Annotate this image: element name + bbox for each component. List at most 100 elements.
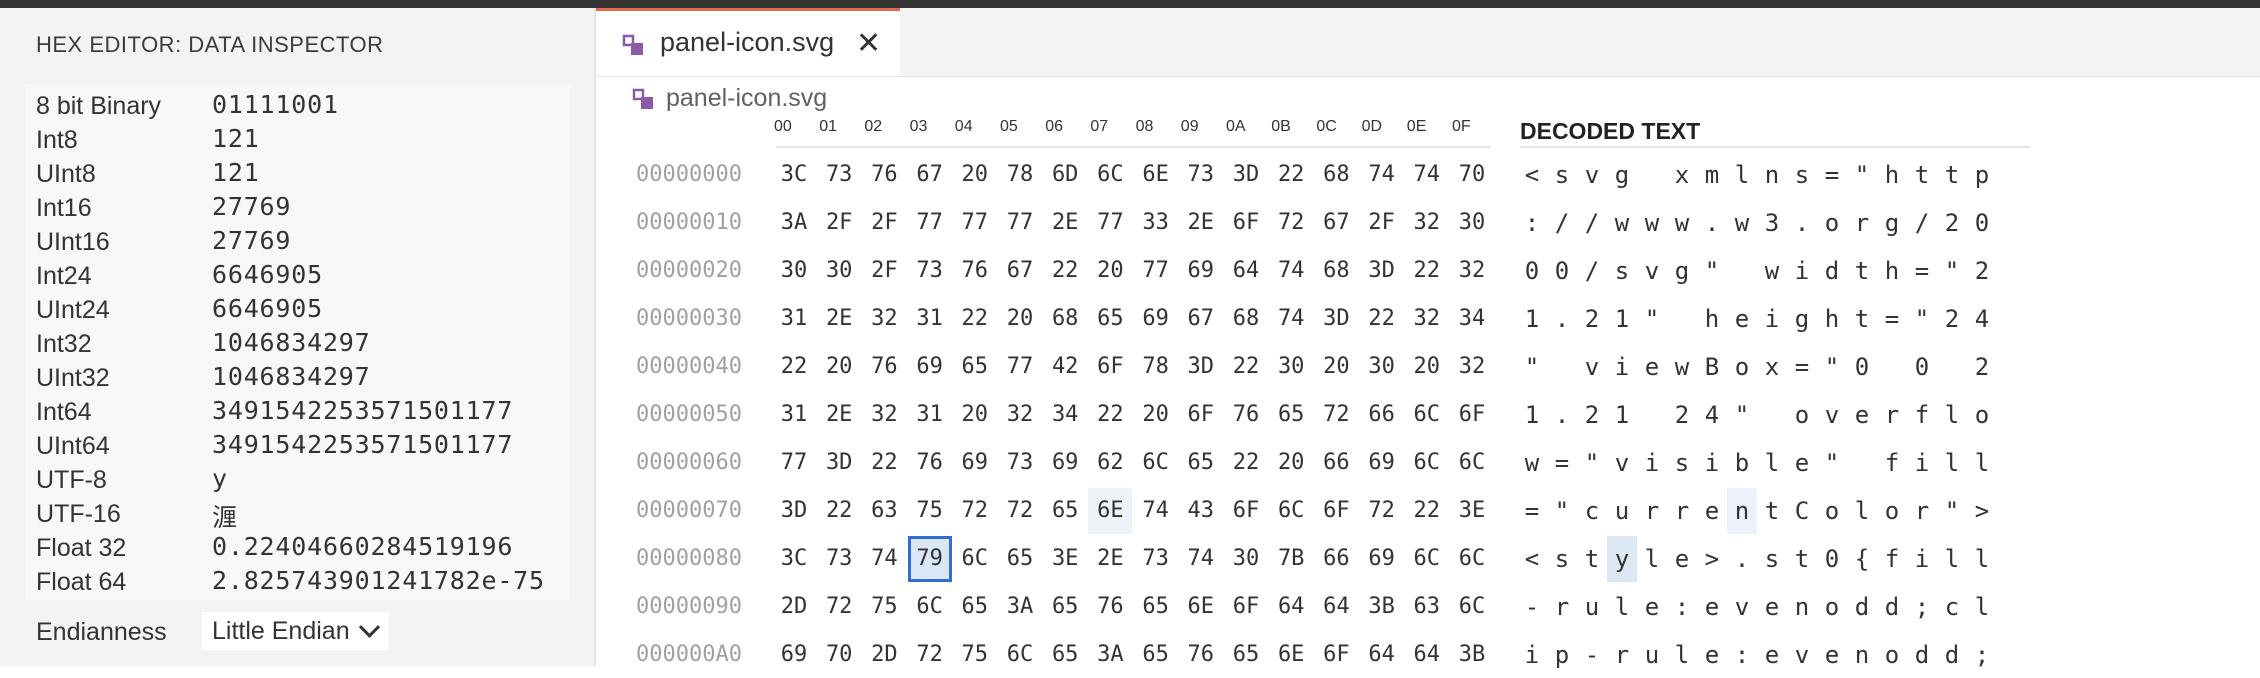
decoded-char[interactable]: : [1727,632,1757,678]
hex-byte[interactable]: 65 [1043,584,1087,630]
decoded-char[interactable]: e [1847,392,1877,438]
hex-byte[interactable]: 6F [1224,584,1268,630]
decoded-char[interactable]: d [1937,632,1967,678]
hex-byte[interactable]: 20 [1134,392,1178,438]
hex-byte[interactable]: 2F [862,200,906,246]
hex-byte[interactable]: 22 [1224,344,1268,390]
decoded-char[interactable] [1937,344,1967,390]
hex-byte[interactable]: 32 [1405,200,1449,246]
decoded-char[interactable]: l [1937,392,1967,438]
hex-byte[interactable]: 2F [1360,200,1404,246]
hex-byte[interactable]: 3C [772,152,816,198]
hex-byte[interactable]: 3D [772,488,816,534]
decoded-char[interactable]: e [1667,536,1697,582]
hex-byte[interactable]: 30 [772,248,816,294]
decoded-char[interactable]: s [1547,152,1577,198]
decoded-char[interactable]: b [1727,440,1757,486]
hex-byte[interactable]: 3B [1450,632,1494,678]
decoded-char[interactable]: i [1787,248,1817,294]
decoded-char[interactable]: l [1637,536,1667,582]
decoded-char[interactable]: v [1727,584,1757,630]
decoded-char[interactable]: 4 [1967,296,1997,342]
hex-byte[interactable]: 67 [998,248,1042,294]
hex-byte[interactable]: 6C [1450,536,1494,582]
hex-byte[interactable]: 72 [1360,488,1404,534]
decoded-char[interactable]: v [1817,392,1847,438]
decoded-char[interactable]: r [1877,392,1907,438]
hex-byte[interactable]: 6F [1088,344,1132,390]
hex-byte[interactable]: 3D [1224,152,1268,198]
hex-byte[interactable]: 72 [908,632,952,678]
decoded-char[interactable]: " [1577,440,1607,486]
hex-byte[interactable]: 3B [1360,584,1404,630]
hex-byte[interactable]: 64 [1314,584,1358,630]
hex-byte[interactable]: 3D [1360,248,1404,294]
hex-byte[interactable]: 2E [1043,200,1087,246]
hex-byte[interactable]: 6D [1043,152,1087,198]
decoded-char[interactable]: e [1817,632,1847,678]
decoded-char[interactable]: d [1817,248,1847,294]
hex-byte[interactable]: 67 [908,152,952,198]
decoded-char[interactable]: = [1877,296,1907,342]
hex-byte[interactable]: 76 [953,248,997,294]
hex-byte[interactable]: 76 [862,344,906,390]
decoded-char[interactable]: i [1757,296,1787,342]
hex-byte[interactable]: 72 [998,488,1042,534]
decoded-char[interactable]: v [1607,440,1637,486]
hex-byte[interactable]: 74 [1405,152,1449,198]
hex-byte[interactable]: 72 [817,584,861,630]
hex-byte[interactable]: 76 [862,152,906,198]
hex-byte[interactable]: 32 [1450,248,1494,294]
decoded-char[interactable]: l [1937,536,1967,582]
decoded-char[interactable]: . [1697,200,1727,246]
hex-byte[interactable]: 73 [817,536,861,582]
hex-byte[interactable]: 2F [817,200,861,246]
hex-byte[interactable]: 22 [1269,152,1313,198]
decoded-char[interactable]: c [1937,584,1967,630]
hex-byte[interactable]: 32 [1405,296,1449,342]
decoded-char[interactable]: n [1757,152,1787,198]
decoded-char[interactable]: d [1877,584,1907,630]
hex-byte[interactable]: 6F [1179,392,1223,438]
hex-byte[interactable]: 79 [907,536,952,582]
hex-byte[interactable]: 22 [772,344,816,390]
decoded-char[interactable]: o [1817,488,1847,534]
hex-byte[interactable]: 77 [998,344,1042,390]
hex-byte[interactable]: 20 [1405,344,1449,390]
hex-byte[interactable]: 69 [772,632,816,678]
hex-byte[interactable]: 20 [1088,248,1132,294]
decoded-char[interactable]: g [1877,200,1907,246]
decoded-char[interactable]: d [1907,632,1937,678]
decoded-char[interactable]: g [1667,248,1697,294]
hex-byte[interactable]: 64 [1269,584,1313,630]
hex-byte[interactable]: 22 [1405,488,1449,534]
decoded-char[interactable]: u [1577,584,1607,630]
decoded-char[interactable] [1637,152,1667,198]
hex-byte[interactable]: 3A [772,200,816,246]
decoded-char[interactable]: 1 [1517,392,1547,438]
decoded-char[interactable]: x [1757,344,1787,390]
hex-byte[interactable]: 6C [1269,488,1313,534]
decoded-char[interactable]: f [1907,392,1937,438]
hex-byte[interactable]: 69 [1360,536,1404,582]
decoded-char[interactable]: i [1697,440,1727,486]
hex-byte[interactable]: 20 [953,392,997,438]
decoded-char[interactable]: > [1967,488,1997,534]
decoded-char[interactable]: e [1697,488,1727,534]
hex-byte[interactable]: 22 [862,440,906,486]
hex-byte[interactable]: 77 [1134,248,1178,294]
hex-byte[interactable]: 6C [1405,536,1449,582]
decoded-char[interactable]: l [1727,152,1757,198]
hex-byte[interactable]: 75 [862,584,906,630]
hex-byte[interactable]: 65 [1269,392,1313,438]
decoded-char[interactable]: " [1517,344,1547,390]
decoded-char[interactable]: { [1847,536,1877,582]
hex-byte[interactable]: 20 [998,296,1042,342]
decoded-char[interactable]: i [1607,344,1637,390]
decoded-char[interactable]: e [1727,296,1757,342]
decoded-char[interactable]: = [1787,344,1817,390]
decoded-char[interactable]: = [1547,440,1577,486]
decoded-char[interactable]: e [1697,632,1727,678]
hex-byte[interactable]: 70 [817,632,861,678]
hex-byte[interactable]: 22 [817,488,861,534]
